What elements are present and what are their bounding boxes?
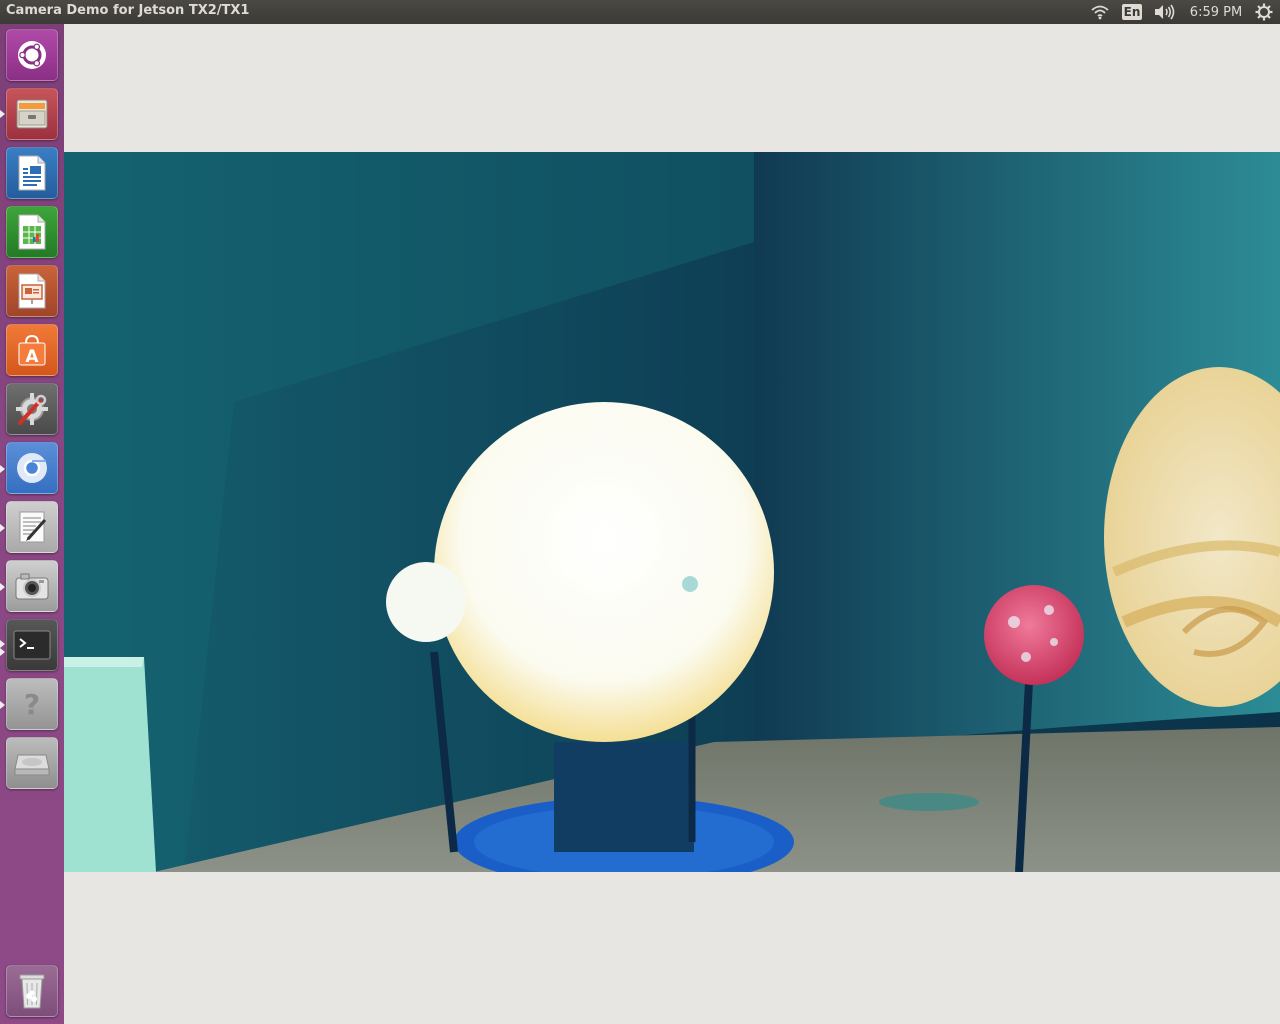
running-indicator [0, 583, 5, 591]
file-cabinet-icon [16, 99, 48, 129]
volume-icon[interactable] [1152, 0, 1176, 24]
running-indicator [0, 110, 5, 118]
launcher-item-calc[interactable] [6, 206, 58, 258]
running-indicator [0, 465, 5, 473]
top-panel: Camera Demo for Jetson TX2/TX1 En 6:59 P… [0, 0, 1280, 24]
text-editor-icon [19, 511, 47, 543]
svg-text:A: A [25, 347, 39, 367]
launcher-item-camera[interactable] [6, 560, 58, 612]
impress-presentation-icon [18, 273, 46, 309]
window-title: Camera Demo for Jetson TX2/TX1 [6, 3, 250, 18]
hard-drive-icon [14, 754, 50, 776]
launcher-item-chromium[interactable] [6, 442, 58, 494]
launcher: A ? [0, 24, 64, 1024]
help-question-icon: ? [24, 688, 40, 721]
ubuntu-logo-icon [18, 41, 46, 69]
running-indicator [0, 524, 5, 532]
launcher-item-help[interactable]: ? [6, 678, 58, 730]
launcher-item-text-editor[interactable] [6, 501, 58, 553]
running-indicator [0, 648, 5, 656]
launcher-item-terminal[interactable] [6, 619, 58, 671]
clock[interactable]: 6:59 PM [1186, 0, 1246, 24]
terminal-icon [13, 630, 51, 660]
keyboard-layout-label: En [1121, 4, 1143, 20]
launcher-item-trash[interactable] [6, 965, 58, 1017]
writer-document-icon [18, 155, 46, 191]
wifi-icon[interactable] [1088, 0, 1112, 24]
keyboard-layout-indicator[interactable]: En [1121, 0, 1143, 24]
launcher-item-files[interactable] [6, 88, 58, 140]
chromium-icon [17, 453, 47, 483]
launcher-item-software[interactable]: A [6, 324, 58, 376]
svg-text:?: ? [24, 688, 40, 721]
launcher-item-settings[interactable] [6, 383, 58, 435]
launcher-item-writer[interactable] [6, 147, 58, 199]
camera-frame-image [64, 152, 1280, 872]
launcher-item-disk[interactable] [6, 737, 58, 789]
camera-feed [64, 152, 1280, 872]
software-bag-icon: A [18, 334, 46, 367]
trash-icon [19, 974, 45, 1009]
running-indicator [0, 640, 5, 648]
clock-label: 6:59 PM [1189, 4, 1243, 20]
camera-icon [15, 573, 49, 600]
running-indicator [0, 701, 5, 709]
launcher-item-dash[interactable] [6, 29, 58, 81]
settings-wrench-gear-icon [16, 393, 48, 425]
launcher-item-impress[interactable] [6, 265, 58, 317]
calc-spreadsheet-icon [18, 214, 46, 250]
system-gear-icon[interactable] [1253, 0, 1275, 24]
